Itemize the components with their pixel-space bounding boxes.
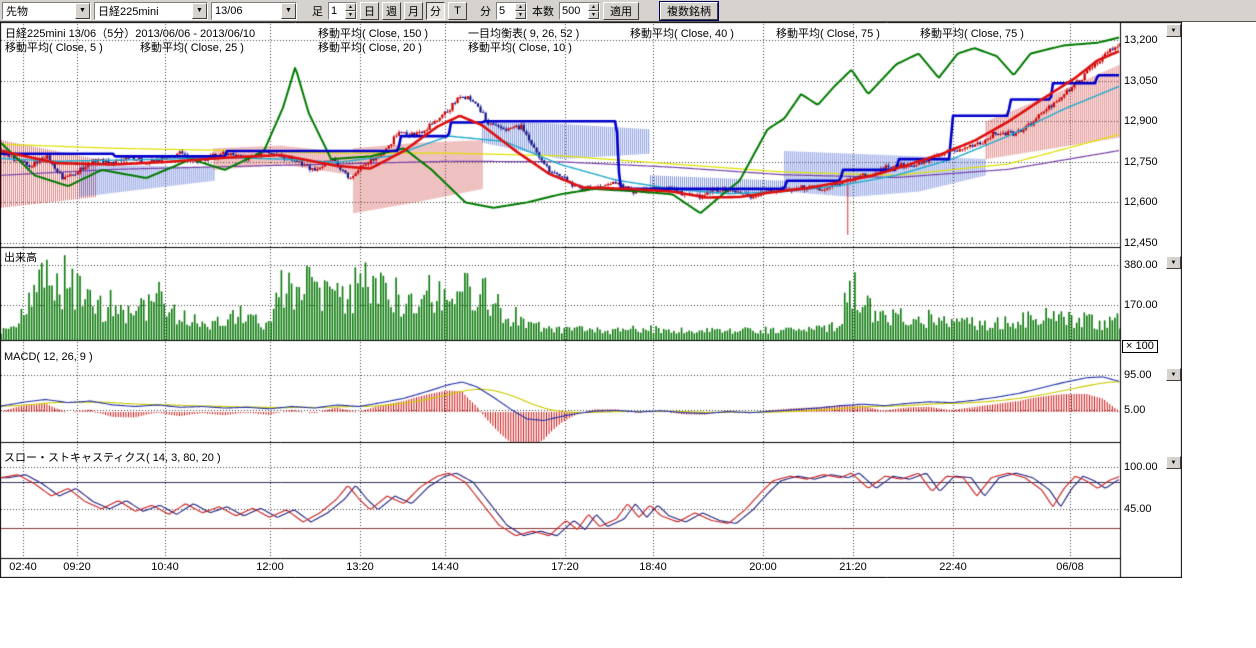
period-minute-button[interactable]: 分 xyxy=(426,2,445,20)
instrument-type-value: 先物 xyxy=(3,3,75,19)
chevron-down-icon[interactable]: ▼ xyxy=(75,3,90,19)
spin-down-icon[interactable]: ▼ xyxy=(515,11,526,19)
chart-canvas[interactable] xyxy=(0,22,1182,578)
bar-interval-spinner[interactable]: ▲▼ xyxy=(345,3,356,19)
scale-dropdown-button[interactable]: ▼ xyxy=(1166,24,1181,37)
spin-down-icon[interactable]: ▼ xyxy=(588,11,599,19)
period-tick-button[interactable]: T xyxy=(448,2,467,20)
trading-chart-app: 先物 ▼ 日経225mini ▼ 13/06 ▼ 足 ▲▼ 日 週 月 分 T … xyxy=(0,0,1256,648)
contract-month-dropdown[interactable]: 13/06 ▼ xyxy=(211,2,297,20)
symbol-dropdown[interactable]: 日経225mini ▼ xyxy=(94,2,208,20)
spin-down-icon[interactable]: ▼ xyxy=(345,11,356,19)
scale-dropdown-button[interactable]: ▼ xyxy=(1166,456,1181,469)
spin-up-icon[interactable]: ▲ xyxy=(345,3,356,11)
bar-interval-input[interactable] xyxy=(329,3,345,19)
chevron-down-icon[interactable]: ▼ xyxy=(281,3,296,19)
period-month-button[interactable]: 月 xyxy=(404,2,423,20)
period-day-button[interactable]: 日 xyxy=(360,2,379,20)
minutes-label: 分 xyxy=(478,3,493,19)
bar-type-label: 足 xyxy=(310,3,325,19)
period-week-button[interactable]: 週 xyxy=(382,2,401,20)
chevron-down-icon[interactable]: ▼ xyxy=(192,3,207,19)
minutes-input[interactable] xyxy=(497,3,515,19)
multi-symbol-button[interactable]: 複数銘柄 xyxy=(660,2,718,20)
scale-dropdown-button[interactable]: ▼ xyxy=(1166,368,1181,381)
contract-month-value: 13/06 xyxy=(212,5,281,17)
symbol-value: 日経225mini xyxy=(95,3,192,19)
minutes-spinner[interactable]: ▲▼ xyxy=(515,3,526,19)
spin-up-icon[interactable]: ▲ xyxy=(515,3,526,11)
bar-count-label: 本数 xyxy=(530,3,556,19)
bar-count-spinner[interactable]: ▲▼ xyxy=(588,3,599,19)
bar-interval-field[interactable]: ▲▼ xyxy=(328,2,357,20)
scale-dropdown-button[interactable]: ▼ xyxy=(1166,256,1181,269)
instrument-type-dropdown[interactable]: 先物 ▼ xyxy=(2,2,91,20)
apply-button[interactable]: 適用 xyxy=(603,2,639,20)
bar-count-field[interactable]: ▲▼ xyxy=(559,2,600,20)
toolbar: 先物 ▼ 日経225mini ▼ 13/06 ▼ 足 ▲▼ 日 週 月 分 T … xyxy=(0,0,1256,22)
minutes-field[interactable]: ▲▼ xyxy=(496,2,527,20)
spin-up-icon[interactable]: ▲ xyxy=(588,3,599,11)
bar-count-input[interactable] xyxy=(560,3,588,19)
